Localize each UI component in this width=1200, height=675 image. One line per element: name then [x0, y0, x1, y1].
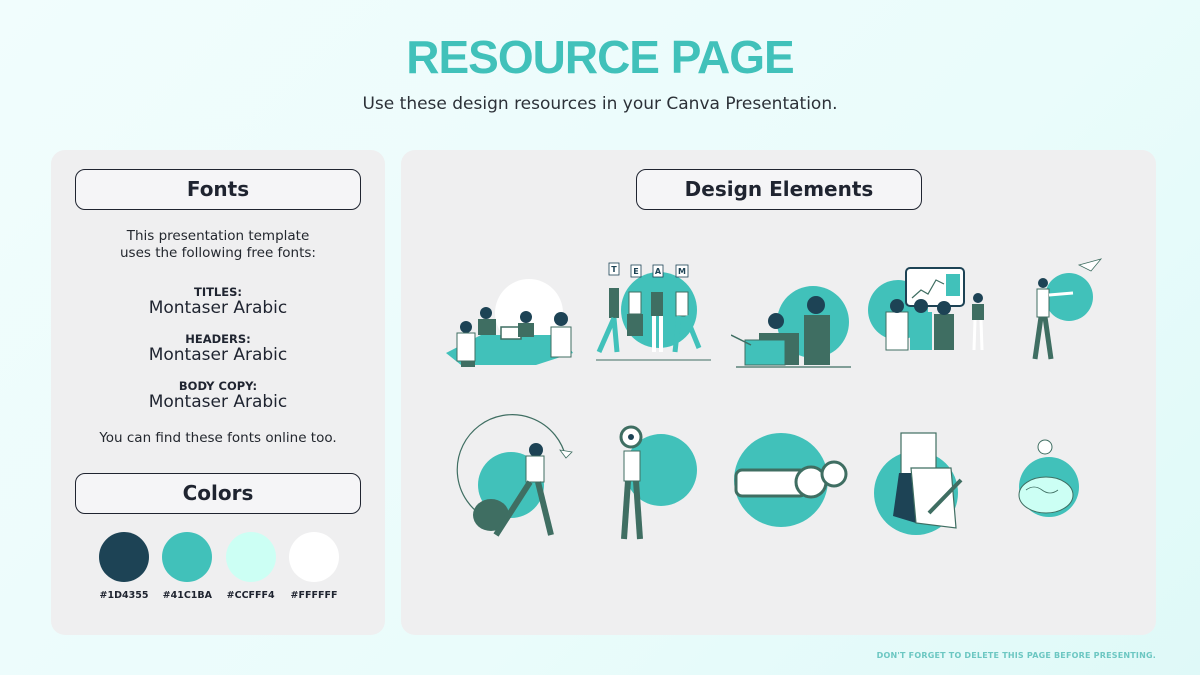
design-elements-heading: Design Elements — [636, 169, 922, 210]
swatch-circle — [162, 532, 213, 582]
laptop-coworkers-illustration — [731, 286, 851, 368]
paper-plane-illustration — [1032, 258, 1103, 360]
brain-lightbulb-illustration — [1018, 439, 1079, 517]
letter-a: A — [655, 267, 662, 276]
font-name: Montaser Arabic — [148, 392, 288, 412]
fonts-intro-line-2: uses the following free fonts: — [119, 245, 316, 261]
fonts-heading: Fonts — [75, 169, 361, 210]
swatch-hex: #FFFFFF — [290, 590, 338, 601]
font-label: TITLES: — [193, 285, 243, 299]
page-title: RESOURCE PAGE — [406, 31, 794, 83]
arrow-circle-woman-illustration — [456, 414, 573, 537]
fonts-intro: This presentation template uses the foll… — [51, 228, 385, 262]
color-swatch: #CCFFF4 — [225, 532, 276, 601]
color-swatch: #FFFFFF — [288, 532, 339, 601]
delete-reminder-note: DON'T FORGET TO DELETE THIS PAGE BEFORE … — [876, 651, 1156, 660]
fonts-colors-panel: Fonts This presentation template uses th… — [51, 150, 385, 635]
team-letters-illustration: T E A M — [596, 262, 711, 361]
team-meeting-illustration — [446, 279, 573, 367]
font-label: HEADERS: — [185, 332, 251, 346]
letter-t: T — [611, 265, 617, 274]
magnifier-woman-illustration — [619, 425, 697, 540]
font-entry-body-copy: BODY COPY: Montaser Arabic — [51, 379, 385, 412]
presentation-board-illustration — [868, 267, 984, 351]
letter-e: E — [633, 267, 638, 276]
swatch-circle — [225, 532, 276, 582]
notepad-pen-illustration — [874, 432, 963, 535]
binoculars-illustration — [734, 433, 848, 527]
color-swatch: #1D4355 — [99, 532, 149, 601]
color-swatch: #41C1BA — [162, 532, 213, 601]
design-elements-panel: Design Elements T E A M — [401, 150, 1156, 635]
font-name: Montaser Arabic — [148, 298, 288, 318]
fonts-intro-line-1: This presentation template — [126, 228, 310, 244]
swatch-hex: #1D4355 — [99, 590, 149, 601]
letter-m: M — [678, 267, 686, 276]
font-label: BODY COPY: — [178, 379, 258, 393]
swatch-circle — [288, 532, 339, 582]
page-subtitle: Use these design resources in your Canva… — [362, 94, 838, 114]
font-name: Montaser Arabic — [148, 345, 288, 365]
font-entry-headers: HEADERS: Montaser Arabic — [51, 332, 385, 365]
swatch-circle — [99, 532, 149, 582]
color-swatches: #1D4355 #41C1BA #CCFFF4 #FFFFFF — [99, 532, 339, 601]
colors-heading: Colors — [75, 473, 361, 514]
fonts-outro: You can find these fonts online too. — [99, 430, 337, 446]
swatch-hex: #41C1BA — [162, 590, 212, 601]
swatch-hex: #CCFFF4 — [226, 590, 275, 601]
font-entry-titles: TITLES: Montaser Arabic — [51, 285, 385, 318]
